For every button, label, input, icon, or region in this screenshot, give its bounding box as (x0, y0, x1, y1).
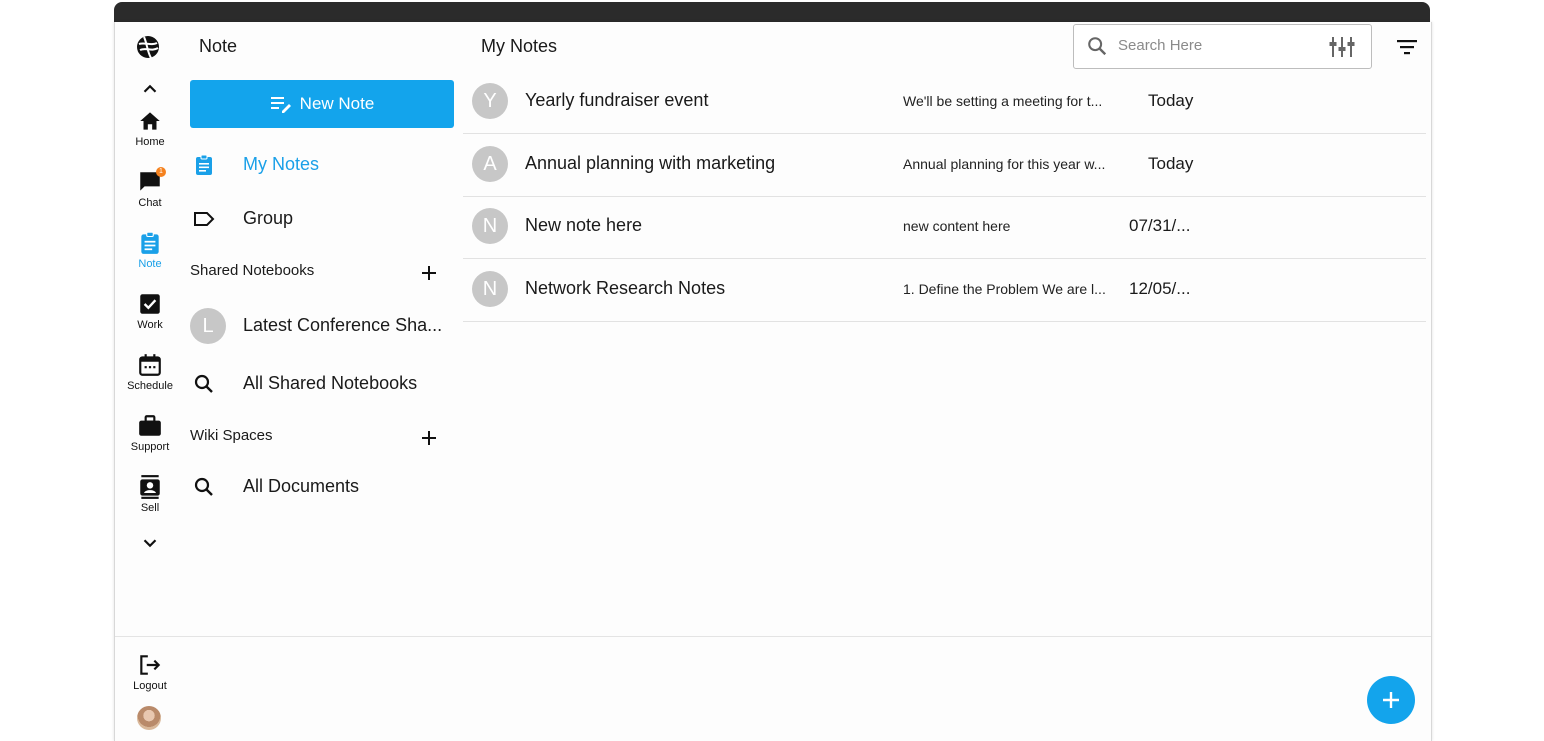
label-tag-icon (194, 212, 215, 226)
note-date: Today (1148, 154, 1194, 173)
notebook-initial-avatar: L (190, 308, 226, 344)
rail-item-label: Work (137, 319, 163, 331)
rail-item-sell[interactable]: Sell (115, 474, 185, 530)
sidebar-item-my-notes[interactable]: My Notes (190, 145, 456, 185)
rail-item-chat[interactable]: 1 Chat (115, 167, 185, 225)
shared-notebook-item[interactable]: L Latest Conference Sha... (190, 306, 456, 346)
search-icon (1088, 37, 1107, 56)
chevron-down-icon[interactable] (139, 532, 161, 554)
new-note-button[interactable]: New Note (190, 80, 454, 128)
shared-notebooks-heading-label: Shared Notebooks (190, 262, 315, 279)
all-shared-notebooks-item[interactable]: All Shared Notebooks (190, 364, 456, 404)
note-title: Network Research Notes (525, 278, 726, 298)
briefcase-icon (139, 415, 161, 436)
note-date: 07/31/... (1129, 216, 1191, 235)
note-date: 12/05/... (1129, 279, 1191, 298)
note-row[interactable]: N Network Research Notes 1. Define the P… (463, 259, 1426, 322)
wiki-spaces-heading-label: Wiki Spaces (190, 427, 273, 444)
rail-item-label: Support (130, 441, 170, 453)
rail-item-label: Sell (140, 502, 160, 514)
clipboard-icon (196, 154, 212, 175)
rail-item-note[interactable]: Note (115, 230, 185, 286)
logout-label: Logout (133, 680, 167, 692)
rail-item-schedule[interactable]: Schedule (115, 352, 185, 408)
rail-item-label: Home (135, 136, 165, 148)
note-date: Today (1148, 91, 1194, 110)
search-input[interactable] (1116, 36, 1320, 55)
contact-card-icon (140, 475, 160, 499)
new-note-label: New Note (299, 94, 375, 113)
rail-item-work[interactable]: Work (115, 291, 185, 347)
sidebar-item-label: Group (243, 208, 294, 228)
note-snippet: We'll be setting a meeting for t... (903, 93, 1103, 109)
search-icon (194, 477, 213, 496)
note-snippet: 1. Define the Problem We are l... (903, 281, 1106, 297)
plus-icon (1383, 692, 1399, 708)
note-title: Annual planning with marketing (525, 153, 776, 173)
sidebar-item-label: My Notes (243, 154, 320, 174)
shared-notebooks-heading: Shared Notebooks (190, 262, 440, 286)
chat-unread-badge: 1 (156, 167, 166, 177)
app-logo-icon[interactable] (135, 34, 161, 60)
advanced-search-sliders-icon[interactable] (1328, 35, 1356, 59)
calendar-icon (139, 354, 161, 376)
note-title: New note here (525, 215, 643, 235)
clipboard-icon (141, 231, 159, 254)
page-title: My Notes (481, 36, 558, 56)
home-icon (140, 112, 160, 130)
rail-item-home[interactable]: Home (115, 108, 185, 164)
note-sidebar: Note New Note My Notes Group Shared Note… (185, 22, 461, 622)
note-title: Yearly fundraiser event (525, 90, 709, 110)
rail-item-label: Note (138, 258, 162, 270)
note-row[interactable]: A Annual planning with marketing Annual … (463, 134, 1426, 197)
shared-notebook-label: Latest Conference Sha... (243, 315, 443, 335)
sidebar-item-group[interactable]: Group (190, 199, 456, 239)
all-documents-label: All Documents (243, 476, 360, 496)
all-documents-item[interactable]: All Documents (190, 467, 456, 507)
edit-note-icon (270, 97, 291, 113)
rail-item-label: Schedule (127, 380, 173, 392)
note-initial-avatar: Y (472, 83, 508, 119)
user-avatar[interactable] (137, 706, 161, 730)
app-rail: Home 1 Chat Note Work Schedule Support S… (115, 22, 185, 741)
note-initial-avatar: A (472, 146, 508, 182)
note-snippet: Annual planning for this year w... (903, 156, 1106, 172)
rail-item-support[interactable]: Support (115, 413, 185, 469)
logout-button[interactable]: Logout (115, 652, 185, 708)
add-wiki-space-icon[interactable] (418, 427, 440, 449)
checkbox-icon (140, 294, 160, 314)
add-shared-notebook-icon[interactable] (418, 262, 440, 284)
chevron-up-icon[interactable] (139, 78, 161, 100)
note-row[interactable]: Y Yearly fundraiser event We'll be setti… (463, 71, 1426, 134)
rail-item-label: Chat (138, 197, 162, 209)
note-initial-avatar: N (472, 271, 508, 307)
window-top-bar (114, 2, 1430, 24)
notes-main: My Notes Y Yearly fundraiser event We'll… (461, 22, 1431, 741)
all-shared-notebooks-label: All Shared Notebooks (243, 373, 418, 393)
note-row[interactable]: N New note here new content here 07/31/.… (463, 196, 1426, 259)
note-initial-avatar: N (472, 208, 508, 244)
app-window: Home 1 Chat Note Work Schedule Support S… (114, 22, 1432, 741)
filter-icon[interactable] (1395, 35, 1419, 59)
wiki-spaces-heading: Wiki Spaces (190, 427, 440, 451)
note-snippet: new content here (903, 218, 1011, 234)
sidebar-title: Note (199, 36, 238, 56)
search-box (1073, 24, 1372, 69)
search-icon (194, 374, 213, 393)
logout-icon (140, 655, 161, 675)
add-note-fab[interactable] (1367, 676, 1415, 724)
